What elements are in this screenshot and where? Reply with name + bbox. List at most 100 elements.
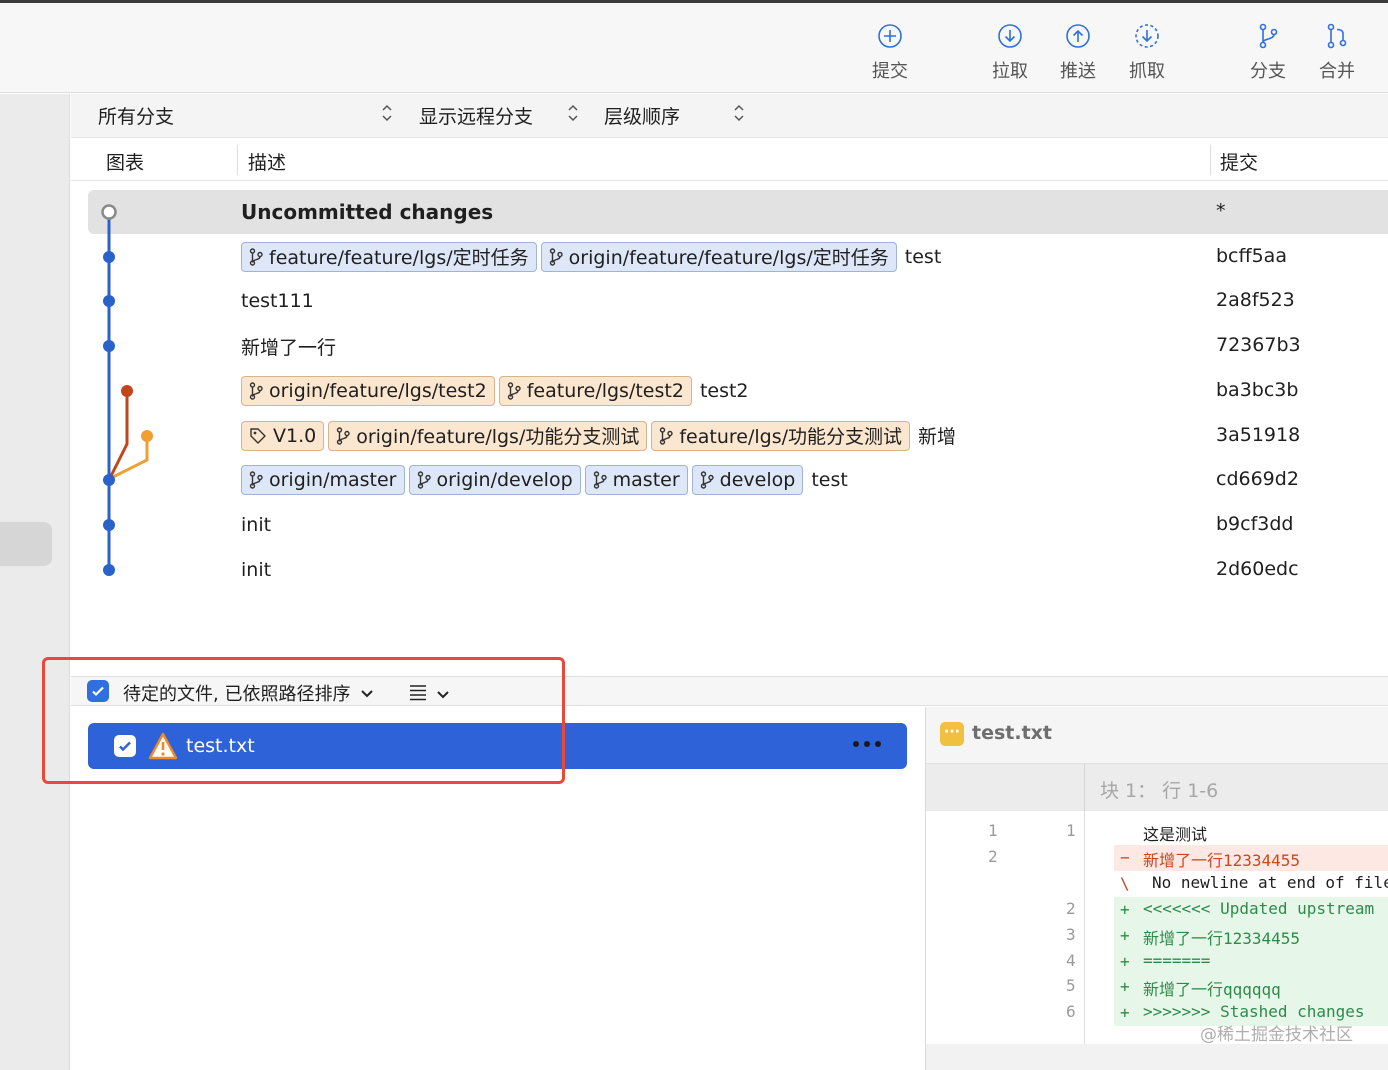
ref-label-text: origin/feature/lgs/功能分支测试	[356, 426, 640, 448]
branch-label[interactable]: feature/lgs/功能分支测试	[651, 420, 910, 451]
commit-description: 新增了一行	[241, 324, 336, 368]
more-dot	[853, 741, 859, 747]
remote-branch-select[interactable]: 显示远程分支	[419, 102, 533, 129]
uncommitted-changes-row[interactable]: Uncommitted changes *	[88, 190, 1388, 234]
branch-icon	[249, 247, 263, 266]
diff-line-add[interactable]: + 新增了一行qqqqqq	[1114, 974, 1388, 1001]
commit-row[interactable]: origin/master origin/develop master develop…	[88, 458, 1388, 502]
diff-line-del[interactable]: − 新增了一行12334455	[1114, 844, 1388, 871]
pull-button[interactable]: 拉取	[980, 23, 1040, 87]
commit-description: origin/master origin/develop master develop…	[241, 458, 848, 502]
branch-label[interactable]: origin/master	[241, 465, 405, 496]
gutter-divider	[1084, 811, 1085, 1044]
diff-line-text: 新增了一行12334455	[1143, 850, 1301, 870]
commit-message: init	[241, 558, 272, 581]
new-line-number: 1	[1066, 821, 1076, 840]
more-dot	[864, 741, 870, 747]
branch-filter-select[interactable]: 所有分支	[98, 102, 174, 129]
diff-line-text: <<<<<<< Updated upstream	[1143, 898, 1375, 918]
commit-message: init	[241, 513, 272, 536]
branch-label[interactable]: origin/feature/feature/lgs/定时任务	[540, 241, 897, 272]
arrow-down-circle-icon	[998, 24, 1022, 48]
checkmark-icon	[119, 741, 131, 752]
file-checkbox[interactable]	[114, 735, 136, 757]
branch-label[interactable]: feature/lgs/test2	[498, 375, 692, 406]
sidebar	[0, 94, 70, 1070]
hunk-label: 块 1： 行 1-6	[1100, 780, 1219, 802]
sidebar-selected-item[interactable]	[0, 522, 52, 566]
pending-files-sort-dropdown[interactable]: 待定的文件, 已依照路径排序	[123, 680, 374, 706]
commit-row[interactable]: init 2d60edc	[88, 548, 1388, 592]
filter-bar: 所有分支 显示远程分支 层级顺序	[71, 94, 1388, 138]
diff-line-add[interactable]: + <<<<<<< Updated upstream	[1114, 896, 1388, 923]
push-button[interactable]: 推送	[1048, 23, 1108, 87]
diff-line-add[interactable]: + 新增了一行12334455	[1114, 922, 1388, 949]
new-line-number: 6	[1066, 1002, 1076, 1022]
column-divider[interactable]	[1210, 145, 1211, 175]
order-select[interactable]: 层级顺序	[604, 102, 680, 129]
diff-line-warn[interactable]: \ No newline at end of file	[1114, 871, 1388, 897]
diff-line-text: 这是测试	[1143, 825, 1208, 844]
commit-description: test111	[241, 279, 314, 323]
commit-hash: 3a51918	[1216, 423, 1301, 446]
diff-line-text: 新增了一行12334455	[1143, 928, 1301, 948]
branch-icon	[700, 471, 714, 489]
diff-line-text: =======	[1143, 950, 1211, 970]
watermark: @稀土掘金技术社区	[1200, 1025, 1353, 1045]
merge-button-label: 合并	[1319, 61, 1355, 82]
old-line-number: 2	[988, 846, 998, 866]
commit-row[interactable]: origin/feature/lgs/test2 feature/lgs/test…	[88, 369, 1388, 413]
branch-icon	[249, 471, 263, 489]
commit-row[interactable]: V1.0 origin/feature/lgs/功能分支测试 feature/lgs…	[88, 414, 1388, 458]
version-tag[interactable]: V1.0	[241, 420, 325, 451]
branch-label[interactable]: origin/feature/lgs/功能分支测试	[328, 420, 648, 451]
commit-hash: ba3bc3b	[1216, 378, 1299, 401]
commit-hash: cd669d2	[1216, 468, 1299, 491]
branch-label[interactable]: master	[584, 465, 688, 496]
branch-icon	[337, 426, 350, 445]
diff-marker: \	[1120, 873, 1130, 893]
diff-line-ctx[interactable]: 这是测试	[1114, 819, 1388, 845]
branch-label[interactable]: develop	[691, 465, 804, 496]
file-more-button[interactable]	[853, 741, 881, 747]
ref-label-text: origin/feature/lgs/test2	[269, 379, 487, 402]
column-description[interactable]: 描述	[248, 148, 286, 175]
diff-line-text: >>>>>>> Stashed changes	[1143, 1002, 1365, 1022]
commit-message: test	[811, 469, 848, 492]
ref-label-text: master	[612, 469, 680, 492]
commit-hash: 2d60edc	[1216, 557, 1299, 580]
toolbar: 提交 拉取 推送 抓取 分支 合并	[0, 3, 1388, 93]
file-row-selected[interactable]: test.txt	[88, 723, 907, 769]
select-all-checkbox[interactable]	[87, 680, 109, 702]
commit-description: feature/feature/lgs/定时任务 origin/feature/f…	[241, 235, 941, 279]
fetch-button-label: 抓取	[1129, 61, 1165, 82]
commit-row[interactable]: 新增了一行 72367b3	[88, 324, 1388, 368]
diff-marker: +	[1120, 951, 1130, 971]
updown-chevron-icon	[382, 104, 392, 122]
column-divider[interactable]	[237, 145, 238, 175]
new-line-number: 4	[1066, 950, 1076, 970]
fetch-button[interactable]: 抓取	[1117, 23, 1177, 87]
branch-label[interactable]: feature/feature/lgs/定时任务	[241, 241, 537, 272]
branch-button[interactable]: 分支	[1238, 23, 1298, 87]
branch-label[interactable]: origin/develop	[408, 465, 581, 496]
commit-button[interactable]: 提交	[860, 23, 920, 87]
commit-message: 新增	[918, 426, 957, 448]
commit-hash: 72367b3	[1216, 334, 1301, 357]
commit-row[interactable]: test111 2a8f523	[88, 279, 1388, 323]
tag-icon	[250, 427, 266, 444]
diff-marker: +	[1120, 1003, 1130, 1023]
diff-line-add[interactable]: + =======	[1114, 948, 1388, 975]
column-commit[interactable]: 提交	[1220, 148, 1258, 175]
commit-row[interactable]: feature/feature/lgs/定时任务 origin/feature/f…	[88, 235, 1388, 279]
commit-row[interactable]: init b9cf3dd	[88, 503, 1388, 547]
sourcetree-window: 提交 拉取 推送 抓取 分支 合并 所有分支 显示远程分支 层级顺序 图表 描述…	[0, 0, 1388, 1070]
column-graph[interactable]: 图表	[106, 148, 144, 175]
diff-file-header: ··· test.txt	[926, 707, 1388, 763]
hunk-header: 块 1： 行 1-6	[926, 763, 1388, 812]
commit-description: Uncommitted changes	[241, 190, 493, 234]
new-line-number: 2	[1066, 898, 1076, 918]
merge-button[interactable]: 合并	[1307, 23, 1367, 87]
branch-label[interactable]: origin/feature/lgs/test2	[241, 375, 495, 406]
view-options-button[interactable]	[409, 683, 450, 705]
